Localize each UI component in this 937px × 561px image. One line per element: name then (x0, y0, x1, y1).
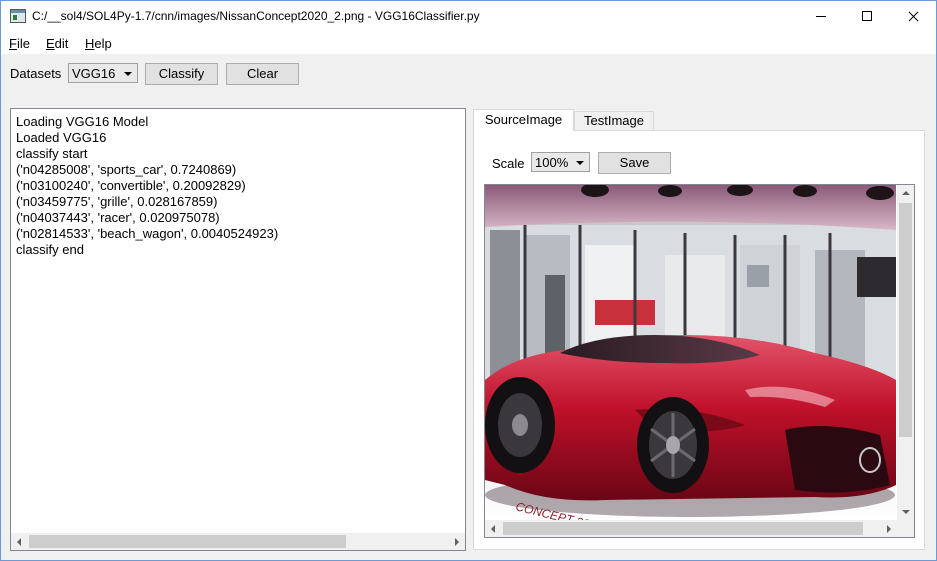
close-button[interactable] (890, 1, 936, 32)
scroll-right-icon[interactable] (887, 525, 891, 533)
car-image: CONCEPT 2020 (485, 185, 896, 520)
window-title: C:/__sol4/SOL4Py-1.7/cnn/images/NissanCo… (32, 9, 480, 23)
menu-help[interactable]: Help (85, 36, 112, 51)
classify-button[interactable]: Classify (145, 63, 218, 85)
datasets-select-value: VGG16 (72, 66, 116, 81)
clear-button[interactable]: Clear (226, 63, 299, 85)
minimize-button[interactable] (798, 1, 844, 32)
scroll-down-icon[interactable] (902, 510, 910, 514)
maximize-button[interactable] (844, 1, 890, 32)
image-scroll-area[interactable]: CONCEPT 2020 (484, 184, 915, 538)
scale-select[interactable]: 100% (531, 152, 590, 172)
log-line: ('n03459775', 'grille', 0.028167859) (16, 194, 218, 209)
log-line: ('n04037443', 'racer', 0.020975078) (16, 210, 220, 225)
log-line: ('n02814533', 'beach_wagon', 0.004052492… (16, 226, 279, 241)
log-line: Loading VGG16 Model (16, 114, 149, 129)
title-bar[interactable]: C:/__sol4/SOL4Py-1.7/cnn/images/NissanCo… (1, 1, 936, 32)
scale-select-value: 100% (535, 155, 569, 170)
log-horizontal-scrollbar[interactable] (11, 533, 465, 550)
scroll-right-icon[interactable] (455, 538, 459, 546)
log-textarea[interactable]: Loading VGG16 Model Loaded VGG16 classif… (10, 108, 466, 551)
save-button[interactable]: Save (598, 152, 671, 174)
datasets-select[interactable]: VGG16 (68, 63, 138, 83)
datasets-label: Datasets (10, 66, 62, 81)
scroll-left-icon[interactable] (17, 538, 21, 546)
log-line: ('n03100240', 'convertible', 0.20092829) (16, 178, 246, 193)
image-vscroll-thumb[interactable] (899, 203, 912, 437)
log-line: classify start (16, 146, 88, 161)
image-hscroll-thumb[interactable] (503, 522, 863, 535)
menu-file[interactable]: File (9, 36, 30, 51)
log-line: classify end (16, 242, 84, 257)
log-line: ('n04285008', 'sports_car', 0.7240869) (16, 162, 237, 177)
menu-bar: File Edit Help (1, 32, 936, 54)
app-window-icon (10, 9, 26, 23)
log-line: Loaded VGG16 (16, 130, 107, 145)
log-scroll-thumb[interactable] (29, 535, 346, 548)
tab-test-image[interactable]: TestImage (574, 111, 654, 131)
scroll-corner (897, 520, 914, 537)
menu-edit[interactable]: Edit (46, 36, 68, 51)
log-lines: Loading VGG16 Model Loaded VGG16 classif… (16, 114, 278, 258)
chevron-down-icon (124, 72, 132, 76)
scroll-up-icon[interactable] (902, 191, 910, 195)
scale-label: Scale (492, 156, 525, 171)
image-horizontal-scrollbar[interactable] (485, 520, 897, 537)
app-window: C:/__sol4/SOL4Py-1.7/cnn/images/NissanCo… (0, 0, 937, 561)
image-vertical-scrollbar[interactable] (897, 185, 914, 520)
scroll-left-icon[interactable] (491, 525, 495, 533)
tab-source-image[interactable]: SourceImage (473, 109, 574, 131)
chevron-down-icon (576, 161, 584, 165)
